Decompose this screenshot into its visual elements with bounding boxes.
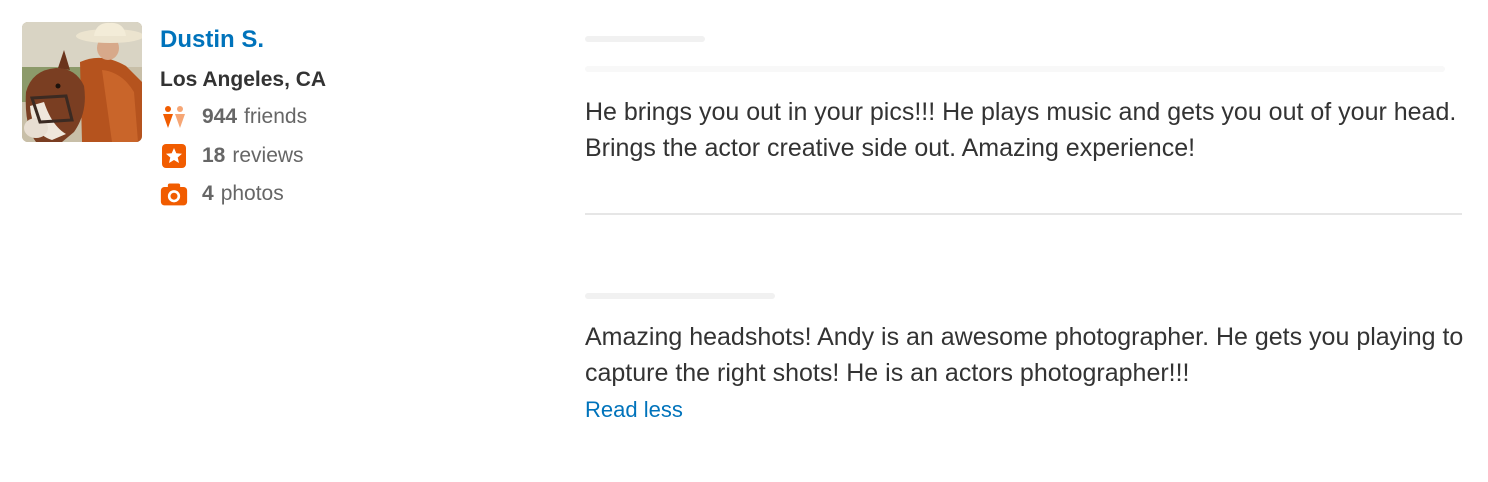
friends-icon	[160, 103, 188, 131]
review-2-faded-meta	[585, 293, 775, 299]
reviews-number: 18	[202, 144, 226, 167]
user-name-link[interactable]: Dustin S.	[160, 26, 264, 54]
friends-label: friends	[244, 105, 308, 128]
reviews-list: He brings you out in your pics!!! He pla…	[585, 0, 1465, 482]
photos-count: 4 photos	[160, 180, 284, 208]
user-passport: Dustin S. Los Angeles, CA 944 friends 18…	[22, 22, 442, 222]
camera-icon	[160, 180, 188, 208]
reviews-count: 18 reviews	[160, 142, 304, 170]
reviews-label: reviews	[232, 144, 304, 167]
review-1-text: He brings you out in your pics!!! He pla…	[585, 98, 1457, 162]
review-divider	[585, 213, 1462, 215]
user-avatar[interactable]	[22, 22, 142, 142]
photos-number: 4	[202, 182, 214, 205]
review-1-faded-meta-line	[585, 66, 1445, 72]
user-avatar-photo	[22, 22, 142, 142]
photos-label: photos	[220, 182, 284, 205]
user-location: Los Angeles, CA	[160, 68, 327, 91]
friends-count: 944 friends	[160, 103, 307, 131]
star-icon	[160, 142, 188, 170]
friends-number: 944	[202, 105, 238, 128]
review-1-faded-meta	[585, 36, 705, 42]
read-less-link[interactable]: Read less	[585, 397, 683, 423]
review-2-text: Amazing headshots! Andy is an awesome ph…	[585, 323, 1464, 387]
